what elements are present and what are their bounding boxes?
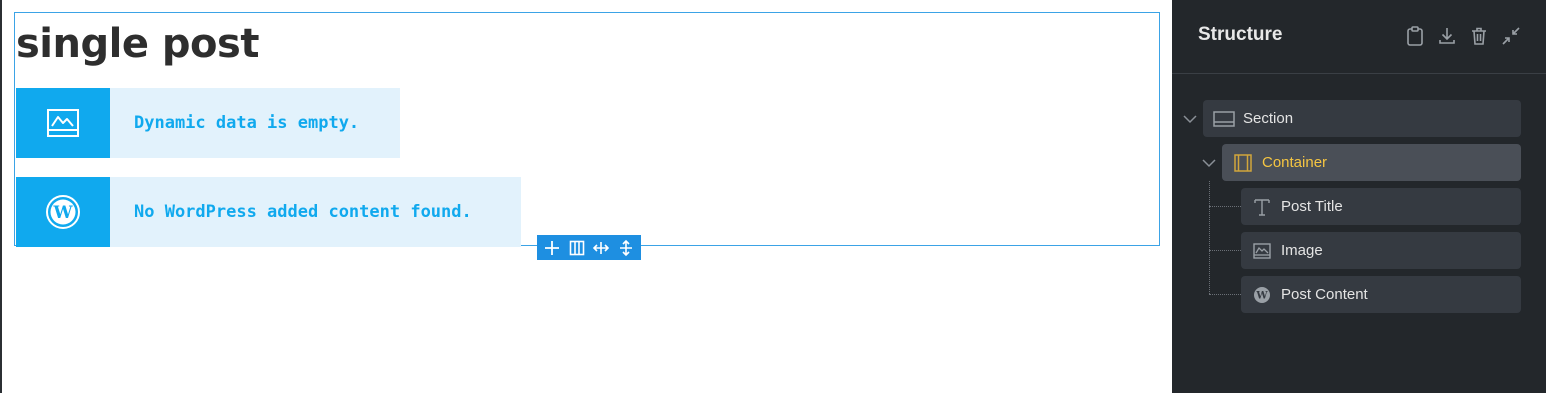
columns-icon[interactable] — [567, 238, 587, 258]
tree-item-image[interactable]: Image — [1241, 232, 1521, 269]
chevron-down-icon[interactable] — [1181, 110, 1199, 128]
image-element[interactable]: Dynamic data is empty. — [16, 88, 400, 158]
post-title[interactable]: single post — [16, 20, 259, 68]
chevron-down-icon[interactable] — [1200, 154, 1218, 172]
tree-item-label: Image — [1281, 242, 1323, 259]
tree-item-container[interactable]: Container — [1222, 144, 1521, 181]
tree-item-label: Post Title — [1281, 198, 1343, 215]
tree-item-label: Post Content — [1281, 286, 1368, 303]
tree-item-post-content[interactable]: W Post Content — [1241, 276, 1521, 313]
structure-actions — [1404, 25, 1522, 47]
svg-text:W: W — [1255, 290, 1268, 301]
tree-item-post-title[interactable]: Post Title — [1241, 188, 1521, 225]
structure-panel-title: Structure — [1198, 24, 1283, 45]
add-icon[interactable] — [542, 238, 562, 258]
section-icon — [1213, 108, 1235, 130]
text-icon — [1251, 196, 1273, 218]
clipboard-icon[interactable] — [1404, 25, 1426, 47]
svg-text:W: W — [52, 203, 73, 223]
collapse-icon[interactable] — [1500, 25, 1522, 47]
container-icon — [1232, 152, 1254, 174]
image-icon — [1251, 240, 1273, 262]
structure-panel: Structure Section Container Post Title I… — [1172, 0, 1546, 393]
container-toolbar — [537, 235, 641, 260]
trash-icon[interactable] — [1468, 25, 1490, 47]
vertical-resize-icon[interactable] — [616, 238, 636, 258]
wordpress-icon: W — [1251, 284, 1273, 306]
tree-connector — [1209, 206, 1241, 207]
horizontal-resize-icon[interactable] — [591, 238, 611, 258]
tree-item-label: Container — [1262, 154, 1328, 171]
builder-canvas: single post Dynamic data is empty. W No … — [2, 0, 1172, 393]
tree-connector — [1209, 250, 1241, 251]
post-content-empty-message: No WordPress added content found. — [134, 202, 472, 222]
tree-item-section[interactable]: Section — [1203, 100, 1521, 137]
download-icon[interactable] — [1436, 25, 1458, 47]
image-icon — [16, 88, 110, 158]
structure-panel-header: Structure — [1172, 0, 1546, 74]
tree-connector — [1209, 181, 1210, 294]
wordpress-icon: W — [16, 177, 110, 247]
tree-connector — [1209, 294, 1241, 295]
post-content-element[interactable]: W No WordPress added content found. — [16, 177, 521, 247]
tree-item-label: Section — [1243, 110, 1294, 127]
image-empty-message: Dynamic data is empty. — [134, 113, 360, 133]
